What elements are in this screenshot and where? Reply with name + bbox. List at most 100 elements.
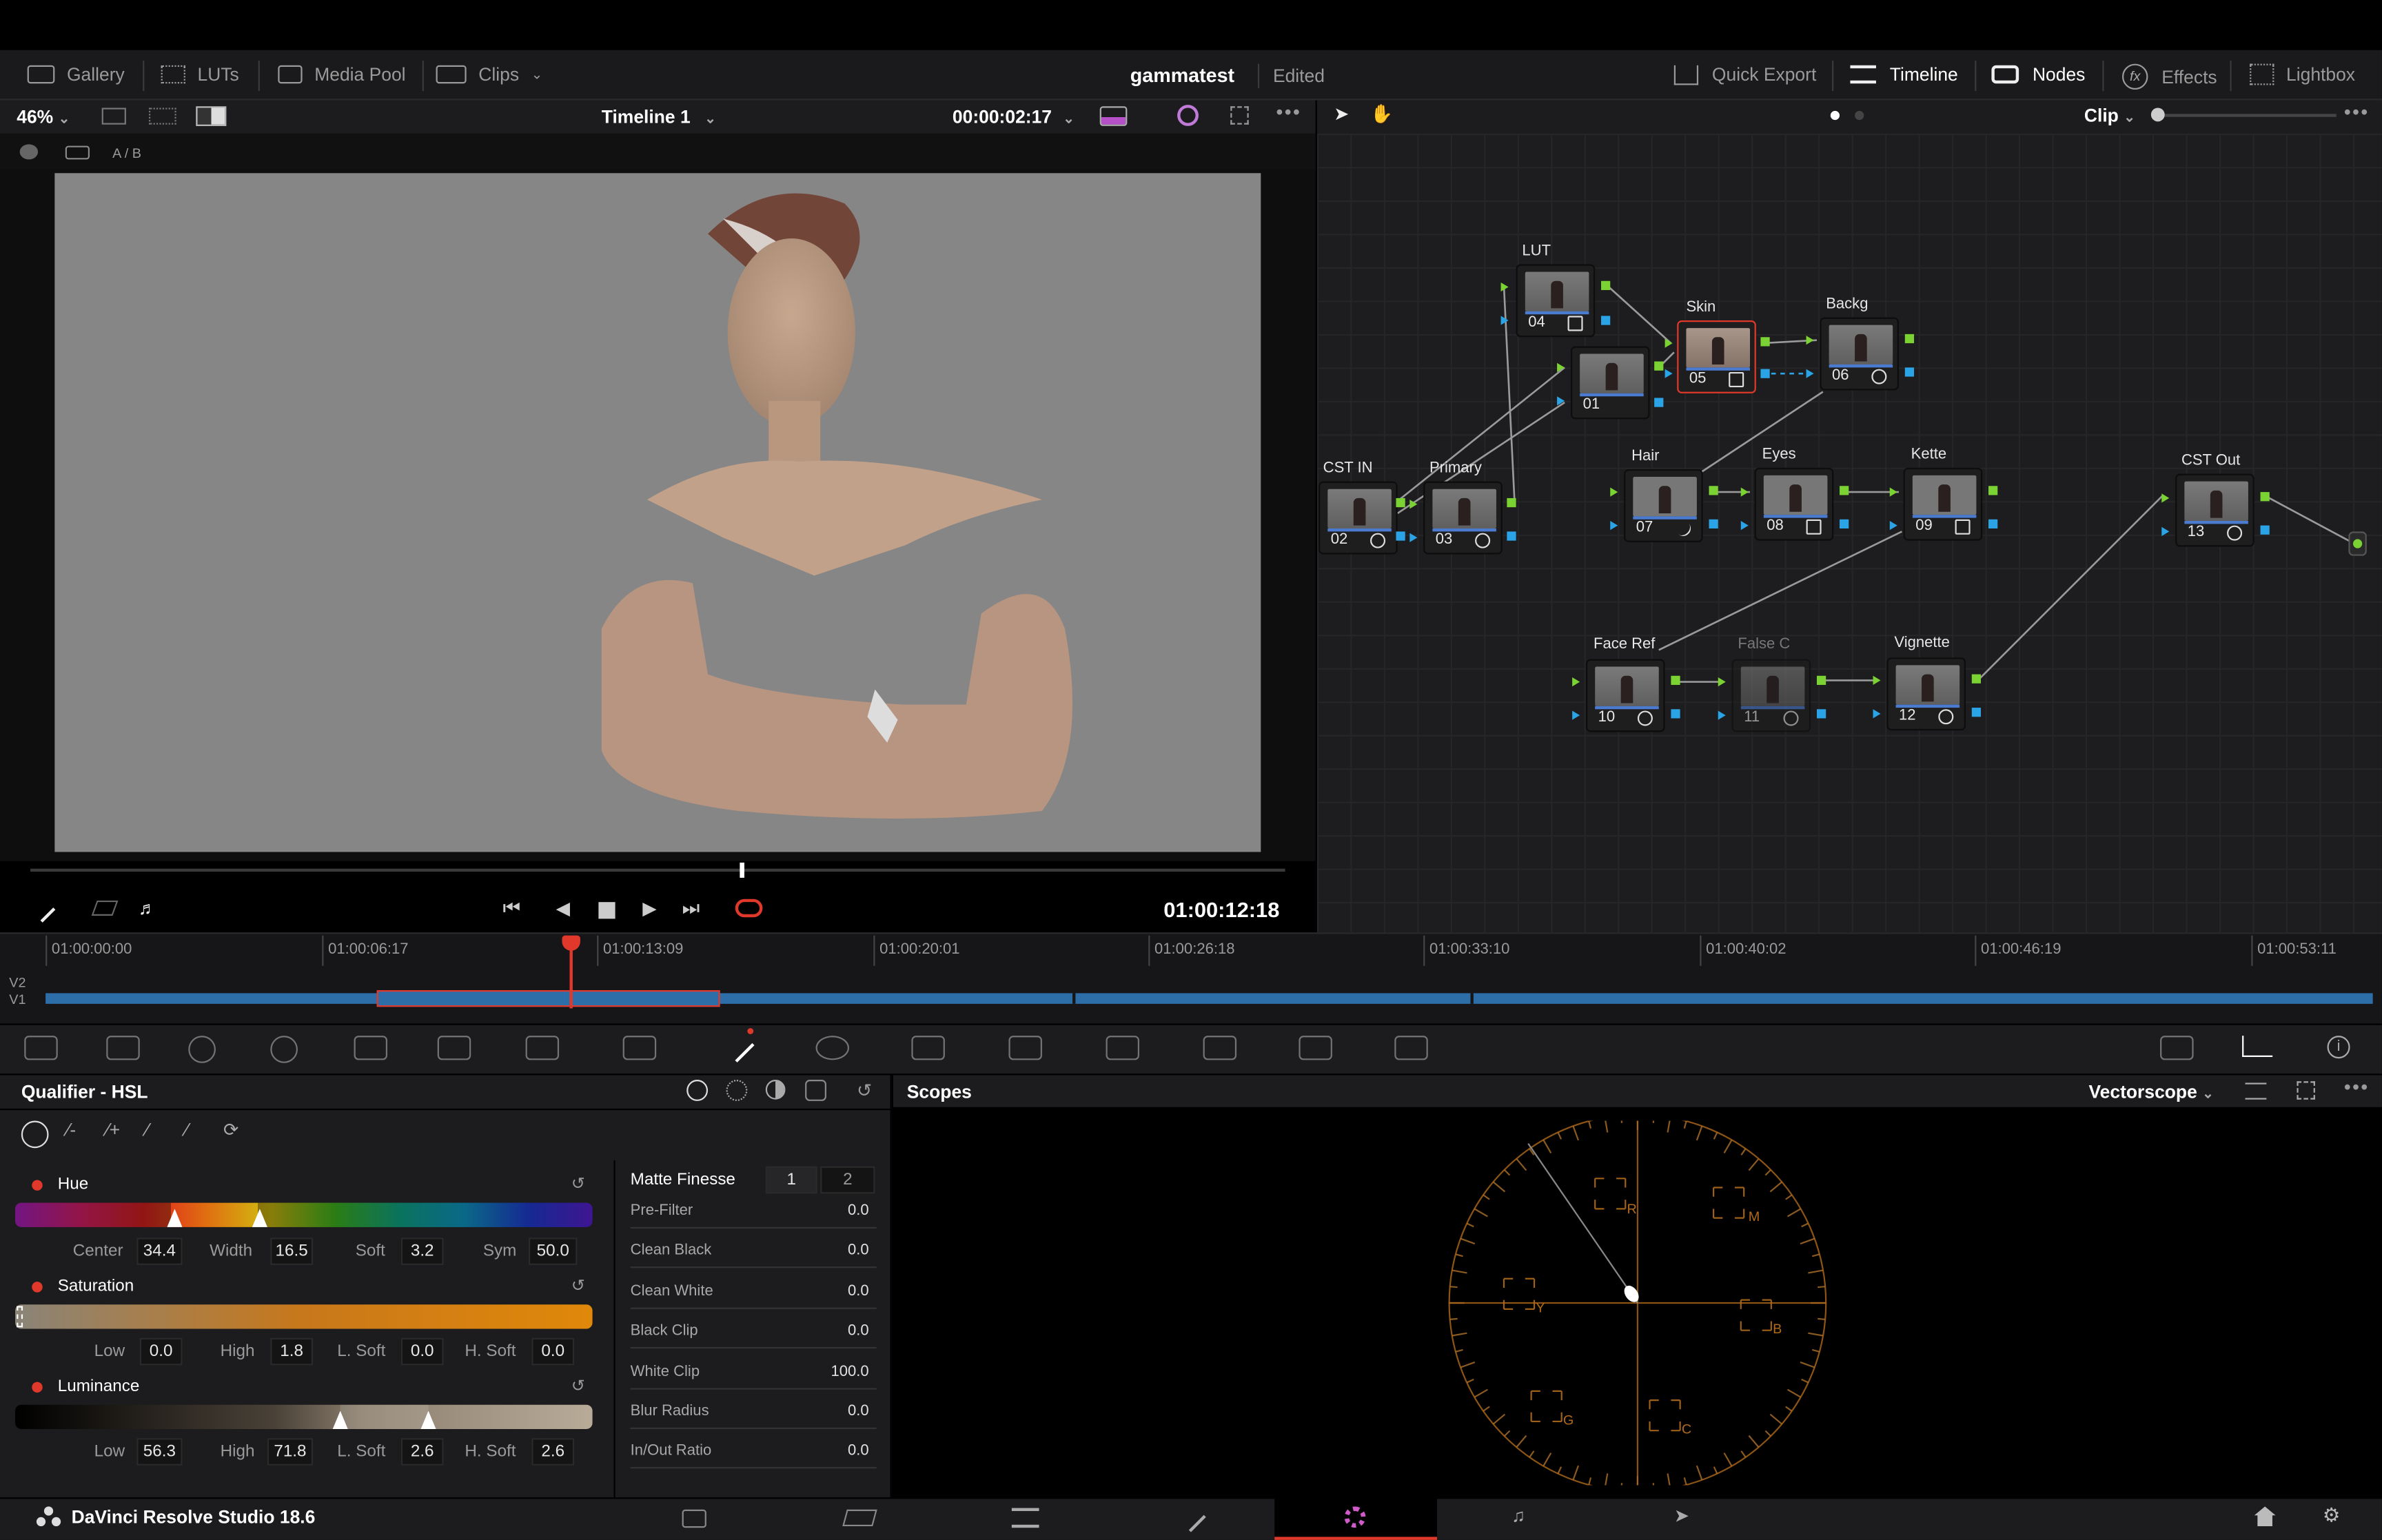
lum-lsoft-value[interactable]: 2.6 — [400, 1438, 444, 1466]
node-cst-in[interactable]: 02 — [1319, 481, 1398, 555]
saturation-bar[interactable] — [15, 1304, 593, 1329]
node-skin[interactable]: 05 — [1677, 320, 1756, 393]
hue-handle-left[interactable] — [167, 1209, 183, 1227]
rgb-mixer-icon[interactable] — [354, 1036, 388, 1060]
deliver-page-icon[interactable]: ➤ — [1674, 1505, 1689, 1526]
node-kette[interactable]: 09 — [1903, 467, 1983, 541]
fairlight-page-icon[interactable]: ♫ — [1511, 1505, 1525, 1526]
scope-more-icon[interactable]: ••• — [2344, 1075, 2370, 1098]
lum-low-value[interactable]: 56.3 — [136, 1438, 183, 1466]
node-vignette[interactable]: 12 — [1886, 657, 1966, 731]
3d-mode-icon[interactable] — [805, 1080, 826, 1101]
node-output[interactable] — [2348, 531, 2367, 556]
matte-tab-2[interactable]: 2 — [820, 1166, 875, 1194]
media-page-icon[interactable] — [682, 1509, 706, 1528]
lum-high-value[interactable]: 71.8 — [267, 1438, 314, 1466]
cut-page-icon[interactable] — [842, 1509, 877, 1527]
hue-width-value[interactable]: 16.5 — [270, 1238, 314, 1265]
matte-row-slider[interactable] — [630, 1307, 877, 1309]
sat-lsoft-value[interactable]: 0.0 — [400, 1337, 444, 1366]
lum-handle-low[interactable] — [332, 1410, 348, 1429]
magic-mask-icon[interactable] — [1008, 1036, 1042, 1060]
sat-low-value[interactable]: 0.0 — [139, 1337, 183, 1366]
matte-row-value[interactable]: 0.0 — [760, 1283, 869, 1300]
matte-row-slider[interactable] — [630, 1387, 877, 1389]
picker-node-icon — [1672, 517, 1694, 540]
hsl-mode-icon[interactable] — [686, 1080, 709, 1101]
tracker-icon[interactable] — [911, 1036, 945, 1060]
key-icon[interactable] — [1203, 1036, 1237, 1060]
lum-hsoft-value[interactable]: 2.6 — [531, 1438, 575, 1466]
qualifier-reset-icon[interactable]: ↺ — [857, 1080, 872, 1101]
lum-handle-high[interactable] — [420, 1410, 436, 1429]
matte-row-slider[interactable] — [630, 1347, 877, 1349]
scope-expand-icon[interactable] — [2297, 1081, 2315, 1100]
node-cst-out[interactable]: 13 — [2175, 473, 2254, 547]
saturation-enable-dot[interactable] — [32, 1282, 43, 1293]
color-match-icon[interactable] — [106, 1036, 140, 1060]
matte-row-slider[interactable] — [630, 1467, 877, 1470]
saturation-reset-icon[interactable]: ↺ — [571, 1275, 585, 1295]
luminance-enable-dot[interactable] — [32, 1382, 43, 1393]
matte-row-value[interactable]: 0.0 — [760, 1444, 869, 1460]
hue-sym-value[interactable]: 50.0 — [528, 1238, 578, 1265]
edit-page-icon[interactable] — [1011, 1508, 1039, 1528]
feather-plus-icon[interactable]: ⁄ — [185, 1119, 188, 1140]
matte-tab-1[interactable]: 1 — [765, 1166, 817, 1194]
feather-minus-icon[interactable]: ⁄ — [146, 1119, 149, 1140]
camera-raw-icon[interactable] — [24, 1036, 58, 1060]
luminance-bar[interactable] — [15, 1404, 593, 1429]
node-face-ref[interactable]: 10 — [1585, 659, 1665, 732]
matte-row-value[interactable]: 0.0 — [760, 1243, 869, 1260]
hue-soft-value[interactable]: 3.2 — [400, 1238, 444, 1265]
sat-lsoft-label: L. Soft — [337, 1342, 386, 1361]
hue-enable-dot[interactable] — [32, 1180, 43, 1191]
picker-minus-icon[interactable]: ⁄- — [67, 1119, 76, 1140]
node-false-c[interactable]: 11 — [1731, 659, 1811, 732]
matte-row-slider[interactable] — [630, 1226, 877, 1229]
qualifier-picker-icon[interactable] — [21, 1120, 49, 1149]
hdr-icon[interactable] — [270, 1036, 298, 1063]
node-01[interactable]: 01 — [1570, 346, 1650, 420]
matte-row-slider[interactable] — [630, 1427, 877, 1429]
motion-effects-icon[interactable] — [437, 1036, 471, 1060]
timeline-tick-label: 01:00:26:18 — [1154, 941, 1235, 958]
color-page-icon[interactable] — [1344, 1506, 1366, 1528]
hue-reset-icon[interactable]: ↺ — [571, 1174, 585, 1193]
selected-clip[interactable] — [376, 990, 720, 1007]
sat-high-value[interactable]: 1.8 — [270, 1337, 314, 1366]
node-lut[interactable]: 04 — [1516, 264, 1596, 338]
invert-icon[interactable]: ⟳ — [223, 1119, 238, 1140]
blur-icon[interactable] — [1106, 1036, 1139, 1060]
sat-hsoft-value[interactable]: 0.0 — [531, 1337, 575, 1366]
hue-handle-right[interactable] — [252, 1209, 267, 1227]
luminance-reset-icon[interactable]: ↺ — [571, 1376, 585, 1395]
matte-row-value[interactable]: 0.0 — [760, 1323, 869, 1339]
scopes-tool-icon[interactable] — [2242, 1036, 2273, 1057]
curves-icon[interactable] — [525, 1036, 560, 1060]
matte-row-slider[interactable] — [630, 1266, 877, 1269]
picker-plus-icon[interactable]: ⁄+ — [106, 1119, 120, 1140]
3d-icon[interactable] — [1394, 1036, 1428, 1060]
scope-settings-icon[interactable] — [2245, 1082, 2267, 1100]
node-backg[interactable]: 06 — [1820, 317, 1899, 391]
lum-mode-icon[interactable] — [765, 1080, 786, 1100]
vectorscope-tick — [1801, 1222, 1809, 1228]
matte-row-value[interactable]: 0.0 — [760, 1203, 869, 1220]
hue-center-value[interactable]: 34.4 — [136, 1238, 183, 1265]
matte-row-value[interactable]: 100.0 — [760, 1363, 869, 1379]
window-tool-icon[interactable] — [815, 1036, 850, 1060]
settings-gear-icon[interactable]: ⚙ — [2323, 1503, 2341, 1528]
scope-type-select[interactable]: Vectorscope ⌄ — [2089, 1081, 2214, 1102]
node-hair[interactable]: 07 — [1624, 469, 1703, 542]
node-eyes[interactable]: 08 — [1754, 467, 1834, 541]
matte-row-value[interactable]: 0.0 — [760, 1403, 869, 1419]
primaries-icon[interactable] — [188, 1036, 216, 1063]
saturation-handle-low[interactable] — [17, 1306, 23, 1328]
node-primary[interactable]: 03 — [1423, 481, 1503, 555]
info-icon[interactable]: i — [2327, 1036, 2350, 1059]
sizing-icon[interactable] — [1299, 1036, 1332, 1060]
keyframes-icon[interactable] — [2160, 1036, 2194, 1060]
rgb-mode-icon[interactable] — [726, 1080, 748, 1101]
color-warper-icon[interactable] — [622, 1036, 657, 1060]
